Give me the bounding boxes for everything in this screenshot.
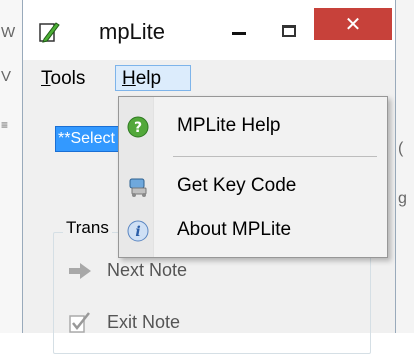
minimize-icon	[232, 31, 246, 35]
maximize-button[interactable]	[269, 16, 309, 46]
menu-item-about-mplite[interactable]: i About MPLite	[119, 211, 387, 249]
group-label: Trans	[63, 218, 112, 238]
background-fragment: ≡	[1, 118, 9, 132]
exit-check-icon	[69, 312, 90, 333]
menu-item-get-key-code[interactable]: Get Key Code	[119, 167, 387, 205]
background-fragment: V	[1, 68, 12, 85]
exit-note-button[interactable]: Exit Note	[67, 310, 180, 334]
background-window-left: W V ≡	[0, 0, 23, 333]
menu-separator	[173, 156, 377, 157]
menu-label-rest: ools	[50, 68, 86, 89]
key-code-icon	[127, 176, 149, 198]
help-dropdown-menu: ? MPLite Help Get Key Code i About MPLit…	[118, 96, 388, 258]
notepad-pencil-icon	[37, 20, 61, 44]
background-fragment: W	[1, 24, 16, 41]
next-note-label: Next Note	[107, 260, 188, 280]
help-icon: ?	[127, 116, 149, 138]
background-window-right: ( g	[393, 0, 414, 333]
background-fragment: g	[398, 190, 407, 207]
svg-text:i: i	[135, 224, 140, 240]
close-button[interactable]: ✕	[314, 8, 392, 40]
window-title: mpLite	[99, 19, 166, 44]
title-bar[interactable]: mpLite ✕	[23, 0, 395, 60]
exit-note-label: Exit Note	[107, 311, 181, 332]
menu-label-rest: elp	[135, 68, 162, 89]
maximize-icon	[282, 25, 296, 37]
next-note-button[interactable]: Next Note	[67, 260, 187, 281]
menu-bar: Tools Help	[23, 60, 395, 94]
menu-mnemonic: H	[122, 68, 136, 89]
menu-mnemonic: T	[41, 68, 51, 89]
menu-item-mplite-help[interactable]: ? MPLite Help	[119, 107, 387, 145]
info-icon: i	[127, 220, 149, 242]
arrow-right-icon	[69, 262, 91, 279]
menu-tools[interactable]: Tools	[35, 66, 91, 92]
menu-help[interactable]: Help	[115, 65, 191, 91]
svg-text:?: ?	[134, 120, 142, 136]
menu-item-label: About MPLite	[177, 219, 292, 240]
menu-item-label: Get Key Code	[177, 175, 297, 196]
close-icon: ✕	[344, 13, 362, 36]
menu-item-label: MPLite Help	[177, 115, 281, 136]
background-fragment: (	[398, 140, 404, 157]
minimize-button[interactable]	[219, 16, 259, 46]
